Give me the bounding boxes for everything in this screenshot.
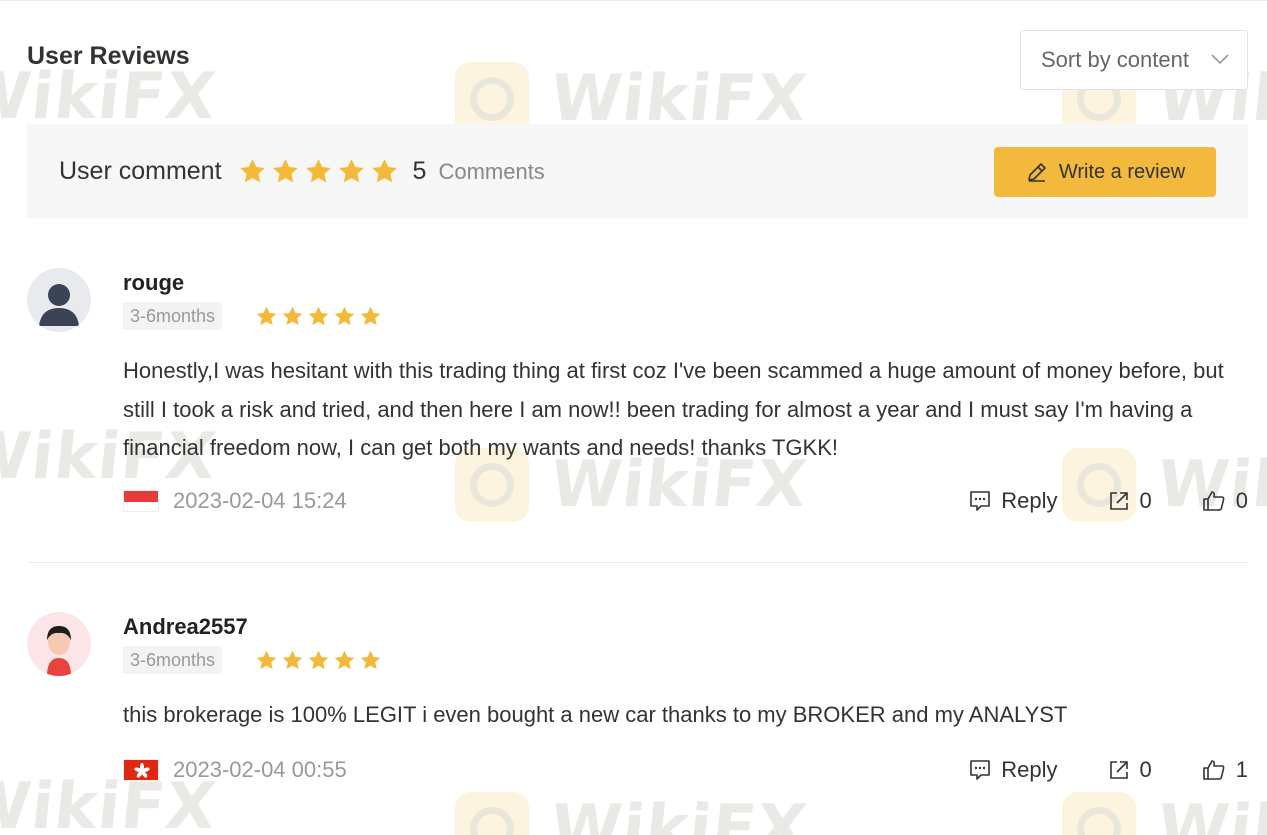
review-stars	[255, 649, 382, 672]
like-button[interactable]: 1	[1202, 757, 1248, 783]
hong-kong-flag-icon	[123, 759, 159, 781]
like-count: 0	[1235, 488, 1248, 513]
singapore-flag-icon	[123, 490, 159, 512]
sort-label: Sort by content	[1041, 47, 1189, 72]
review-divider	[27, 562, 1248, 563]
pencil-icon	[1028, 163, 1046, 182]
watermark: WikiFX	[0, 60, 220, 134]
reply-button[interactable]: Reply	[969, 488, 1058, 514]
duration-tag: 3-6months	[123, 646, 223, 674]
star-icon	[360, 650, 381, 670]
duration-tag: 3-6months	[123, 302, 223, 330]
review-content: Honestly,I was hesitant with this tradin…	[123, 358, 1224, 460]
username[interactable]: Andrea2557	[123, 614, 248, 640]
page-title: User Reviews	[27, 42, 190, 70]
review-meta: 2023-02-04 00:55	[123, 757, 347, 783]
star-icon	[334, 306, 355, 326]
share-count: 0	[1139, 757, 1152, 782]
review-item: rouge 3-6months Honestly,I was hesitant …	[27, 268, 1248, 528]
review-meta: 2023-02-04 15:24	[123, 488, 347, 514]
review-date: 2023-02-04 00:55	[173, 757, 347, 782]
star-icon	[256, 650, 277, 670]
sort-dropdown[interactable]: Sort by content	[1020, 30, 1248, 90]
star-icon	[272, 159, 298, 183]
top-border	[0, 0, 1267, 1]
comment-icon	[970, 491, 991, 511]
star-icon	[334, 650, 355, 670]
reply-button[interactable]: Reply	[969, 757, 1058, 783]
write-review-label: Write a review	[1058, 160, 1186, 183]
share-icon	[1109, 761, 1128, 779]
review-actions: Reply 0 0	[919, 488, 1248, 514]
username[interactable]: rouge	[123, 270, 184, 296]
summary-label: User comment	[59, 157, 222, 185]
star-icon	[338, 159, 364, 183]
star-icon	[239, 159, 265, 183]
reply-label: Reply	[1001, 488, 1058, 513]
comment-icon	[970, 760, 991, 780]
like-button[interactable]: 0	[1202, 488, 1248, 514]
comment-count: 5	[412, 157, 427, 185]
thumbs-up-icon	[1202, 760, 1225, 780]
summary-stars	[238, 157, 399, 186]
rating-summary: User comment 5 Comments Write a review	[27, 124, 1248, 219]
write-review-button[interactable]: Write a review	[994, 147, 1216, 197]
comment-count-label: Comments	[438, 158, 545, 184]
review-item: Andrea2557 3-6months this brokerage is 1…	[27, 612, 1248, 802]
thumbs-up-icon	[1202, 491, 1225, 511]
star-icon	[282, 306, 303, 326]
review-date: 2023-02-04 15:24	[173, 488, 347, 513]
star-icon	[256, 306, 277, 326]
chevron-down-icon	[1211, 54, 1229, 65]
reply-label: Reply	[1001, 757, 1058, 782]
review-stars	[255, 305, 382, 328]
star-icon	[360, 306, 381, 326]
avatar	[27, 612, 91, 676]
star-icon	[305, 159, 331, 183]
share-count: 0	[1139, 488, 1152, 513]
avatar	[27, 268, 91, 332]
star-icon	[282, 650, 303, 670]
share-button[interactable]: 0	[1108, 757, 1152, 783]
star-icon	[308, 650, 329, 670]
star-icon	[308, 306, 329, 326]
review-content: this brokerage is 100% LEGIT i even boug…	[123, 702, 1068, 727]
share-button[interactable]: 0	[1108, 488, 1152, 514]
review-actions: Reply 0 1	[919, 757, 1248, 783]
like-count: 1	[1235, 757, 1248, 782]
share-icon	[1109, 492, 1128, 510]
star-icon	[371, 159, 397, 183]
